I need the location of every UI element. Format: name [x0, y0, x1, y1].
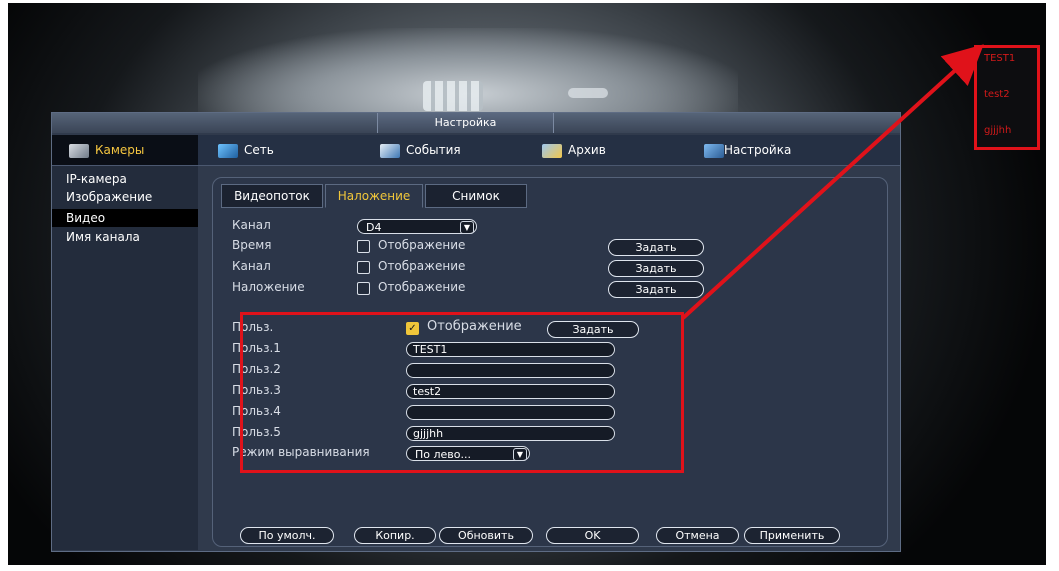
- settings-icon: [704, 143, 724, 158]
- camera-icon: [69, 143, 89, 158]
- channel-display-checkbox[interactable]: [357, 261, 370, 274]
- time-display-label: Отображение: [378, 238, 466, 252]
- apply-button[interactable]: Применить: [744, 527, 840, 544]
- overlay-display-label: Отображение: [378, 280, 466, 294]
- nav-archive[interactable]: Архив: [542, 135, 606, 165]
- nav-settings-label: Настройка: [724, 143, 792, 157]
- network-icon: [218, 143, 238, 158]
- top-navigation: Камеры Сеть События Архив Настройка: [52, 135, 900, 166]
- chevron-down-icon: ▼: [460, 221, 474, 234]
- ceiling-lamp: [568, 88, 608, 98]
- channel-label: Канал: [232, 218, 271, 232]
- refresh-button[interactable]: Обновить: [439, 527, 533, 544]
- nav-settings[interactable]: Настройка: [704, 135, 791, 165]
- tab-overlay[interactable]: Наложение: [325, 184, 423, 208]
- channel-display-label: Отображение: [378, 259, 466, 273]
- ceiling-panel: [423, 81, 483, 111]
- sidebar: IP-камера Изображение Видео Имя канала: [52, 166, 198, 550]
- highlight-box-custom-text: [240, 312, 684, 473]
- sidebar-item-ip-camera[interactable]: IP-камера: [52, 170, 198, 188]
- overlay-label: Наложение: [232, 280, 305, 294]
- channel2-label: Канал: [232, 259, 271, 273]
- nav-network-label: Сеть: [244, 143, 274, 157]
- default-button[interactable]: По умолч.: [240, 527, 334, 544]
- sidebar-item-channel-name[interactable]: Имя канала: [52, 228, 198, 246]
- archive-icon: [542, 143, 562, 158]
- time-label: Время: [232, 238, 272, 252]
- tab-snapshot[interactable]: Снимок: [425, 184, 527, 208]
- channel-select-value: D4: [366, 221, 382, 234]
- nav-events-label: События: [406, 143, 461, 157]
- overlay-display-checkbox[interactable]: [357, 282, 370, 295]
- channel-select[interactable]: D4 ▼: [357, 219, 477, 234]
- nav-archive-label: Архив: [568, 143, 606, 157]
- highlight-box-preview: [974, 45, 1040, 150]
- nav-cameras[interactable]: Камеры: [52, 135, 198, 165]
- dialog-titlebar: Настройка: [52, 113, 900, 133]
- time-set-button[interactable]: Задать: [608, 239, 704, 256]
- nav-cameras-label: Камеры: [95, 143, 145, 157]
- overlay-set-button[interactable]: Задать: [608, 281, 704, 298]
- events-icon: [380, 143, 400, 158]
- nav-network[interactable]: Сеть: [218, 135, 274, 165]
- tab-videostream[interactable]: Видеопоток: [221, 184, 323, 208]
- cancel-button[interactable]: Отмена: [656, 527, 739, 544]
- sidebar-item-image[interactable]: Изображение: [52, 188, 198, 206]
- dialog-title: Настройка: [377, 113, 554, 133]
- ok-button[interactable]: OK: [546, 527, 639, 544]
- nav-events[interactable]: События: [380, 135, 461, 165]
- channel-set-button[interactable]: Задать: [608, 260, 704, 277]
- copy-button[interactable]: Копир.: [354, 527, 436, 544]
- time-display-checkbox[interactable]: [357, 240, 370, 253]
- sidebar-item-video[interactable]: Видео: [52, 209, 198, 227]
